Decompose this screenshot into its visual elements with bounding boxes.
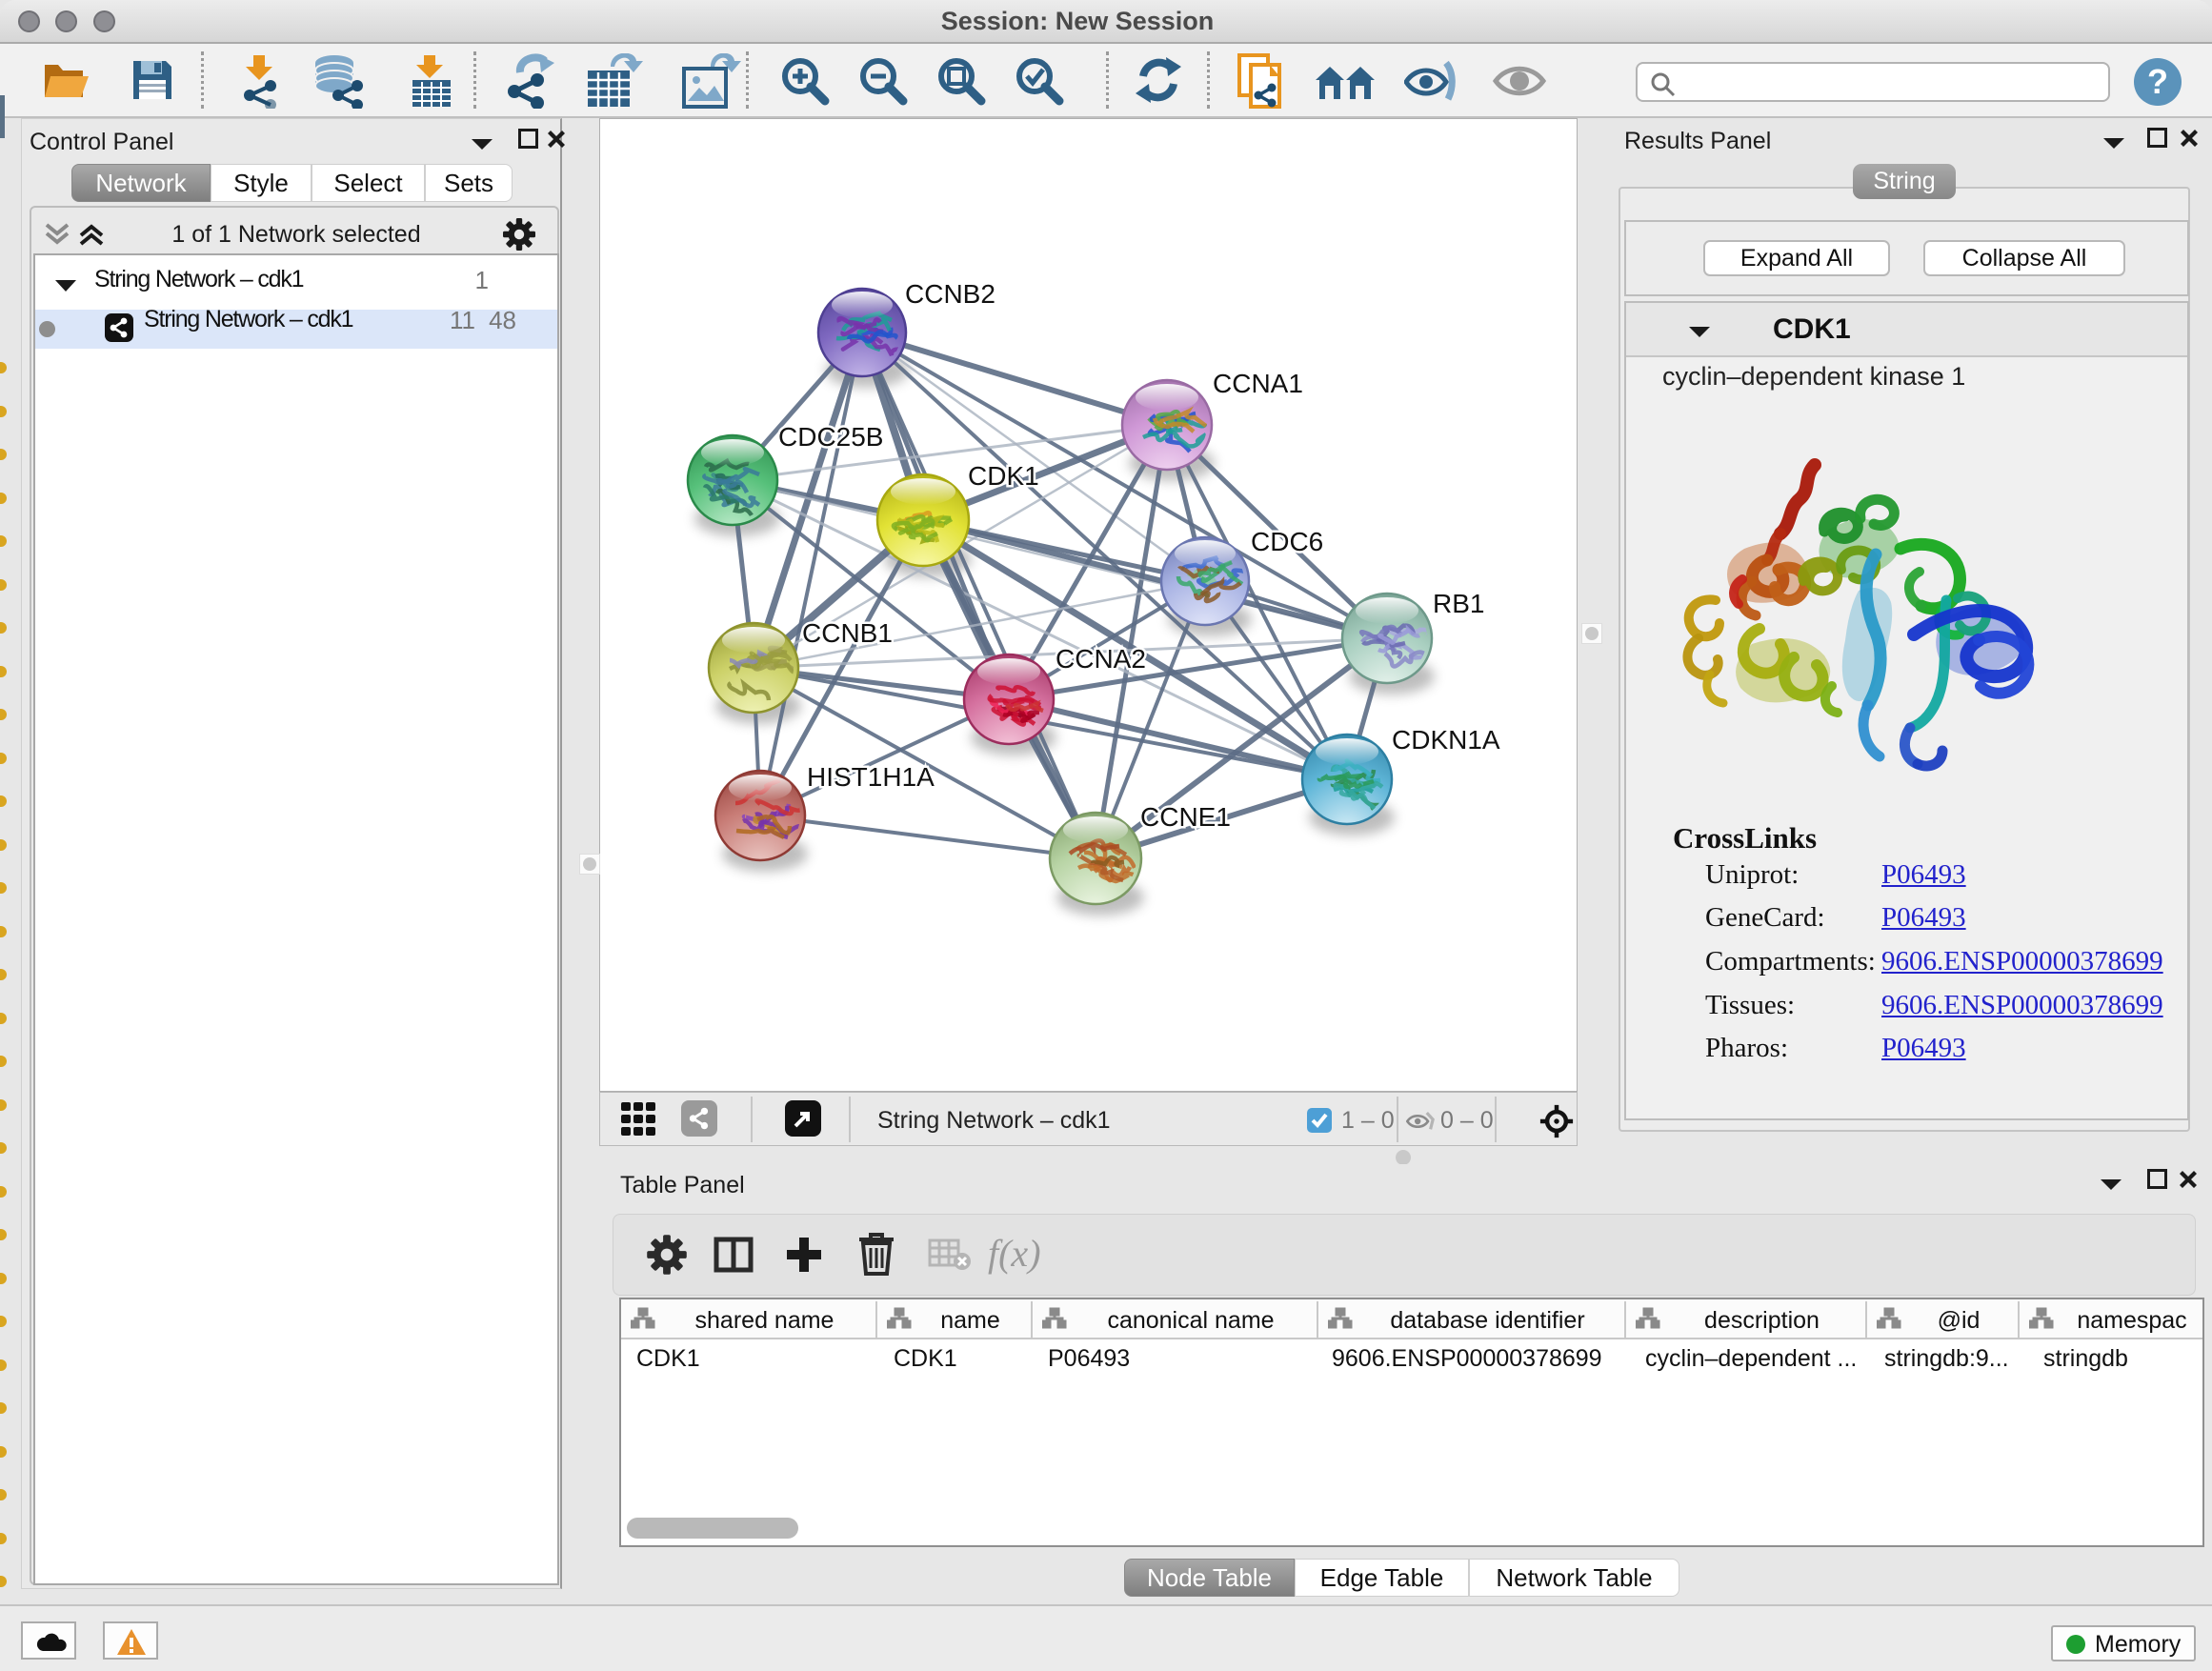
svg-text:CCNA2: CCNA2 xyxy=(1056,644,1146,674)
svg-text:CCNB2: CCNB2 xyxy=(905,279,995,309)
svg-text:RB1: RB1 xyxy=(1433,589,1484,618)
svg-text:CDK1: CDK1 xyxy=(968,461,1039,491)
svg-text:CDKN1A: CDKN1A xyxy=(1392,725,1500,755)
svg-text:CDC25B: CDC25B xyxy=(778,422,883,452)
svg-text:HIST1H1A: HIST1H1A xyxy=(807,762,935,792)
svg-text:CCNB1: CCNB1 xyxy=(802,618,893,648)
svg-text:CCNA1: CCNA1 xyxy=(1213,369,1303,398)
svg-text:CCNE1: CCNE1 xyxy=(1140,802,1231,832)
svg-text:CDC6: CDC6 xyxy=(1251,527,1323,556)
